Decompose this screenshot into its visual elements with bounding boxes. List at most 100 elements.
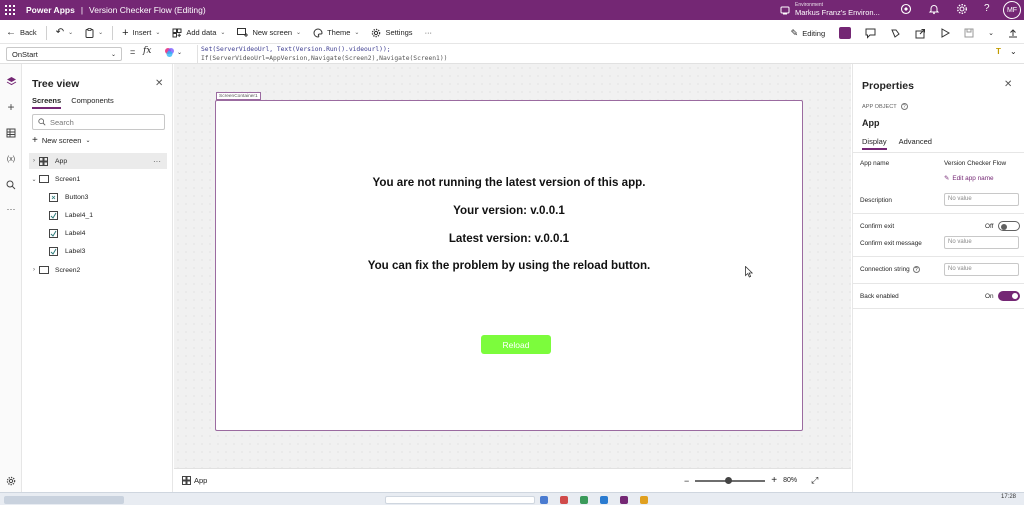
tree-node-label4-1[interactable]: Label4_1 bbox=[29, 207, 167, 223]
expand-formula-icon[interactable]: ⌄ bbox=[1010, 47, 1017, 56]
database-icon bbox=[172, 28, 182, 37]
notifications-bell-icon[interactable] bbox=[928, 3, 940, 15]
tab-advanced[interactable]: Advanced bbox=[899, 137, 932, 150]
tab-display[interactable]: Display bbox=[862, 137, 887, 150]
app-name[interactable]: Power Apps bbox=[26, 5, 75, 15]
screen-container-tag: ScreenContainer1 bbox=[216, 92, 261, 100]
clipboard-button[interactable]: ⌄ bbox=[79, 22, 109, 44]
confirm-exit-toggle[interactable] bbox=[998, 221, 1020, 231]
environment-picker[interactable]: Environment Markus Franz's Environ... bbox=[780, 2, 880, 17]
insert-plus-icon[interactable]: + bbox=[4, 100, 18, 114]
layers-icon[interactable] bbox=[4, 74, 18, 88]
label-control-icon bbox=[49, 228, 61, 238]
tab-components[interactable]: Components bbox=[71, 96, 114, 109]
tree-node-screen1[interactable]: ⌄ Screen1 bbox=[29, 171, 167, 187]
close-icon[interactable]: ✕ bbox=[1004, 79, 1012, 90]
more-commands-button[interactable]: ··· bbox=[419, 22, 439, 44]
fit-to-window-icon[interactable]: ⤢ bbox=[811, 475, 818, 486]
chevron-down-icon[interactable]: ⌄ bbox=[988, 29, 994, 37]
taskbar-window-preview[interactable] bbox=[4, 496, 124, 504]
help-icon[interactable]: ? bbox=[984, 3, 990, 15]
help-circle-icon[interactable]: ? bbox=[900, 103, 908, 110]
taskbar-app-icon[interactable] bbox=[540, 496, 548, 504]
zoom-in-button[interactable]: + bbox=[771, 475, 777, 486]
label-outdated-message[interactable]: You are not running the latest version o… bbox=[215, 176, 803, 189]
tree-node-screen2[interactable]: › Screen2 bbox=[29, 262, 167, 278]
zoom-out-button[interactable]: − bbox=[684, 476, 689, 486]
save-icon[interactable] bbox=[964, 28, 974, 38]
new-screen-button[interactable]: + New screen ⌄ bbox=[32, 135, 90, 146]
title-separator: | bbox=[80, 5, 84, 15]
settings-button[interactable]: Settings bbox=[365, 22, 418, 44]
search-icon[interactable] bbox=[4, 178, 18, 192]
breadcrumb[interactable]: App bbox=[182, 476, 207, 485]
confirm-exit-message-input[interactable]: No value bbox=[944, 236, 1019, 249]
reload-button[interactable]: Reload bbox=[481, 335, 551, 354]
copilot-icon[interactable] bbox=[900, 3, 912, 15]
data-grid-icon[interactable] bbox=[4, 126, 18, 140]
chevron-right-icon[interactable]: › bbox=[29, 158, 39, 164]
formula-warning-icon[interactable]: T bbox=[996, 47, 1001, 56]
more-icon[interactable]: ··· bbox=[4, 202, 18, 216]
label-fix-instructions[interactable]: You can fix the problem by using the rel… bbox=[215, 259, 803, 272]
help-circle-icon[interactable]: ? bbox=[912, 266, 920, 273]
edit-app-name-link[interactable]: ✎ Edit app name bbox=[944, 174, 994, 183]
variables-icon[interactable]: (x) bbox=[4, 152, 18, 166]
chevron-down-icon: ⌄ bbox=[98, 30, 104, 36]
undo-button[interactable]: ↶ ⌄ bbox=[50, 22, 79, 44]
settings-gear-icon[interactable] bbox=[956, 3, 968, 15]
taskbar-app-icon[interactable] bbox=[560, 496, 568, 504]
back-enabled-toggle[interactable] bbox=[998, 291, 1020, 301]
editing-mode-button[interactable]: ✎ Editing bbox=[791, 22, 825, 44]
publish-icon[interactable] bbox=[1008, 28, 1018, 38]
taskbar-app-icon[interactable] bbox=[640, 496, 648, 504]
taskbar-app-icon[interactable] bbox=[580, 496, 588, 504]
more-options-icon[interactable]: ··· bbox=[153, 157, 161, 166]
app-checker-icon[interactable] bbox=[839, 27, 852, 39]
environment-icon bbox=[780, 6, 790, 14]
app-grid-icon bbox=[182, 476, 191, 485]
label-your-version[interactable]: Your version: v.0.0.1 bbox=[215, 204, 803, 217]
user-avatar[interactable]: MF bbox=[1003, 1, 1021, 19]
share-icon[interactable] bbox=[915, 28, 926, 39]
formula-editor[interactable]: Set(ServerVideoUrl, Text(Version.Run().v… bbox=[197, 45, 997, 63]
settings-gear-icon[interactable] bbox=[4, 474, 18, 488]
tab-screens[interactable]: Screens bbox=[32, 96, 62, 109]
tree-node-app[interactable]: › App ··· bbox=[29, 153, 167, 169]
comments-icon[interactable] bbox=[865, 28, 876, 39]
add-data-button[interactable]: Add data ⌄ bbox=[166, 22, 231, 44]
theme-button[interactable]: Theme ⌄ bbox=[307, 22, 365, 44]
property-dropdown[interactable]: OnStart ⌄ bbox=[6, 47, 122, 61]
chevron-right-icon[interactable]: › bbox=[29, 267, 39, 273]
chevron-down-icon[interactable]: ⌄ bbox=[29, 176, 39, 183]
copilot-colorful-icon bbox=[165, 48, 174, 57]
tree-node-label3[interactable]: Label3 bbox=[29, 243, 167, 259]
tree-search-input[interactable]: Search bbox=[32, 114, 165, 130]
chevron-down-icon: ⌄ bbox=[354, 30, 360, 36]
zoom-slider-thumb[interactable] bbox=[724, 476, 732, 484]
copilot-pane-icon[interactable] bbox=[890, 28, 901, 39]
tree-node-button3[interactable]: Button3 bbox=[29, 189, 167, 205]
close-icon[interactable]: ✕ bbox=[155, 78, 163, 89]
new-screen-button[interactable]: New screen ⌄ bbox=[231, 22, 307, 44]
fx-icon: fx bbox=[143, 46, 152, 56]
description-input[interactable]: No value bbox=[944, 193, 1019, 206]
preview-play-icon[interactable] bbox=[940, 28, 951, 38]
chevron-down-icon: ⌄ bbox=[110, 51, 116, 58]
tree-node-label4[interactable]: Label4 bbox=[29, 225, 167, 241]
app-launcher-icon[interactable] bbox=[0, 0, 20, 20]
properties-pane: Properties ✕ APP OBJECT ? App Display Ad… bbox=[852, 64, 1024, 492]
formula-assist-button[interactable]: ⌄ bbox=[164, 47, 182, 58]
zoom-slider[interactable] bbox=[695, 476, 766, 484]
taskbar-app-icon[interactable] bbox=[600, 496, 608, 504]
formula-bar: OnStart ⌄ = fx ⌄ Set(ServerVideoUrl, Tex… bbox=[0, 44, 1024, 64]
toggle-knob bbox=[1001, 224, 1007, 230]
insert-button[interactable]: + Insert ⌄ bbox=[116, 22, 166, 44]
confirm-exit-state: Off bbox=[985, 223, 994, 230]
label-control-icon bbox=[49, 210, 61, 220]
label-latest-version[interactable]: Latest version: v.0.0.1 bbox=[215, 232, 803, 245]
back-button[interactable]: ← Back bbox=[0, 22, 43, 44]
taskbar-search-box[interactable] bbox=[385, 496, 535, 504]
taskbar-app-icon[interactable] bbox=[620, 496, 628, 504]
connection-string-input[interactable]: No value bbox=[944, 263, 1019, 276]
